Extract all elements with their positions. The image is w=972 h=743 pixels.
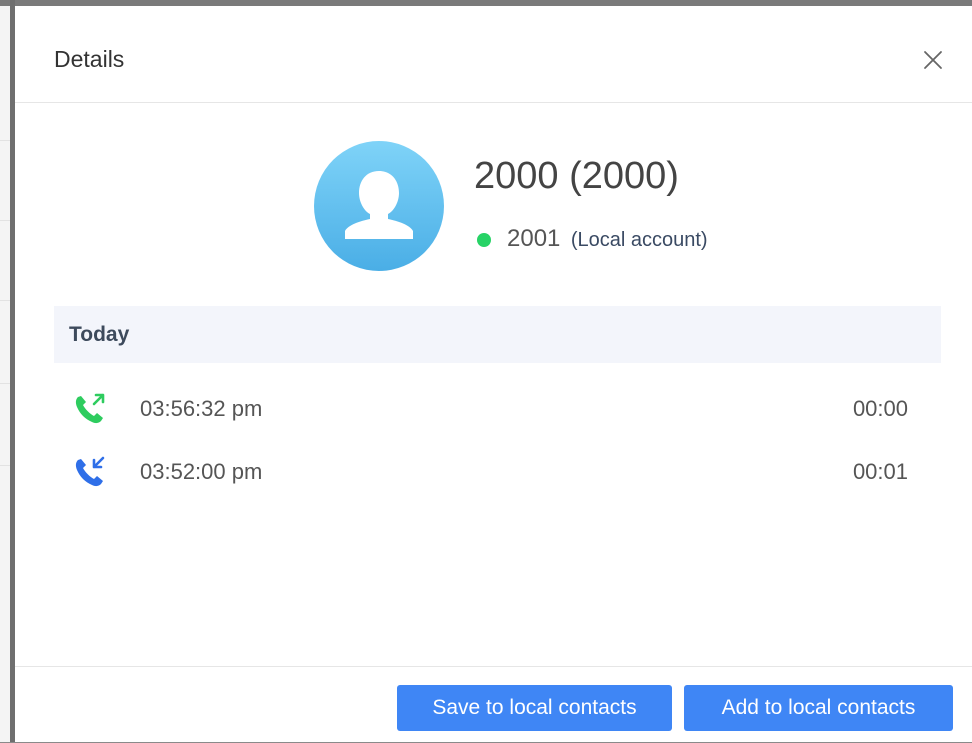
dialog-footer: Save to local contacts Add to local cont…	[15, 666, 972, 743]
contact-avatar	[314, 141, 444, 271]
background-divider	[0, 220, 10, 221]
call-duration: 00:00	[852, 396, 908, 421]
call-history-row: 03:52:00 pm 00:01	[54, 445, 941, 495]
call-time: 03:52:00 pm	[140, 459, 263, 484]
person-icon	[345, 171, 413, 239]
contact-name: 2000 (2000)	[474, 155, 679, 197]
call-duration: 00:01	[852, 459, 908, 484]
date-group-header: Today	[54, 306, 941, 363]
background-divider	[0, 465, 10, 466]
call-time: 03:56:32 pm	[140, 396, 263, 421]
account-type: (Local account)	[570, 229, 708, 251]
close-button[interactable]	[921, 48, 945, 72]
details-dialog: Details 2000 (2000) 2001 (Local account)…	[15, 6, 972, 742]
account-number: 2001	[507, 225, 561, 252]
save-to-local-contacts-button[interactable]: Save to local contacts	[397, 685, 672, 731]
background-divider	[0, 383, 10, 384]
date-group-label: Today	[69, 323, 130, 346]
call-history-row: 03:56:32 pm 00:00	[54, 382, 941, 432]
background-divider	[0, 300, 10, 301]
dialog-header: Details	[15, 6, 972, 103]
dialog-title: Details	[54, 46, 125, 72]
add-to-local-contacts-button[interactable]: Add to local contacts	[684, 685, 953, 731]
contact-account: 2001 (Local account)	[507, 225, 708, 253]
incoming-call-icon	[70, 453, 108, 491]
online-status-dot	[477, 233, 491, 247]
background-divider	[0, 140, 10, 141]
close-icon	[924, 51, 942, 69]
outgoing-call-icon	[70, 390, 108, 428]
